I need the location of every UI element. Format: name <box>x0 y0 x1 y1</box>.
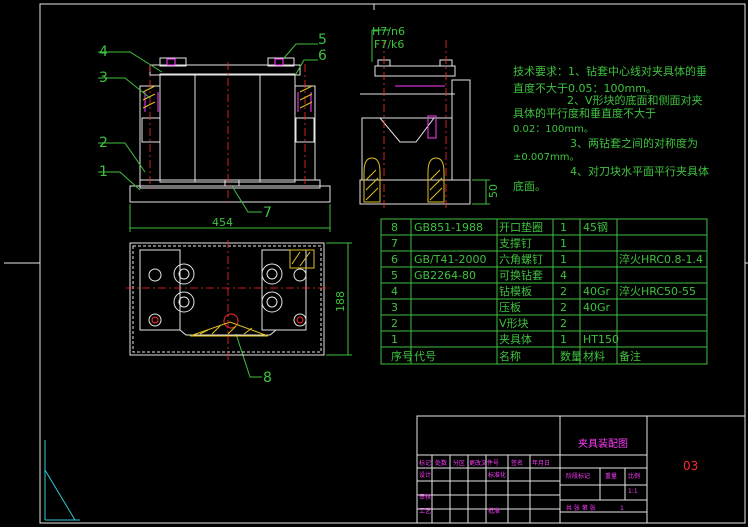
bom-cell-code: GB2264-80 <box>414 269 476 282</box>
callout-8: 8 <box>263 370 272 386</box>
fold-mark-icon <box>44 440 80 521</box>
tb-scale-val: 1:1 <box>628 488 638 495</box>
bom-cell-material: HT150 <box>583 333 619 346</box>
callout-4: 4 <box>99 44 108 60</box>
side-dim <box>371 29 490 205</box>
bom-cell-name: 钻模板 <box>499 284 532 298</box>
dim-50-label: 50 <box>487 184 500 198</box>
top-holes <box>148 263 307 327</box>
dim-188-label: 188 <box>334 291 347 312</box>
bom-cell-material: 40Gr <box>583 285 611 298</box>
fit-h7n6: H7/n6 <box>372 25 405 38</box>
tb-mark: 标记 <box>419 459 431 467</box>
title-block-title: 夹具装配图 <box>578 437 628 450</box>
tb-sign: 签名 <box>511 459 523 467</box>
callout-1: 1 <box>99 164 108 180</box>
tb-stage: 阶段标记 <box>566 472 590 480</box>
tb-sheet-count: 1 <box>620 505 624 512</box>
callout-3: 3 <box>99 70 108 86</box>
tech-req-line-8: 4、对刀块水平面平行夹具体 <box>570 164 709 178</box>
bom-rows: 8 GB851-1988 开口垫圈 1 45钢 7 支撑钉 1 6 GB/T41-2000 六角螺钉… <box>391 220 703 363</box>
bom-cell-material: 40Gr <box>583 301 611 314</box>
bom-cell-qty: 4 <box>560 269 567 282</box>
bom-cell-code: GB851-1988 <box>414 221 483 234</box>
tech-req-line-9: 底面。 <box>513 179 546 193</box>
bom-cell-no: 2 <box>391 317 398 330</box>
bom-header-name: 名称 <box>499 349 521 363</box>
tech-req-line-4: 具体的平行度和垂直度不大于 <box>513 106 656 120</box>
top-centerlines <box>126 240 330 360</box>
bom-cell-note: 淬火HRC0.8-1.4 <box>619 252 703 266</box>
bom-cell-qty: 1 <box>560 237 567 250</box>
tb-sheets: 共 张 第 张 <box>566 504 596 512</box>
front-hatch <box>142 85 313 109</box>
title-block-drawing-no: 03 <box>683 459 698 473</box>
bom-cell-no: 6 <box>391 253 398 266</box>
bom-header-no: 序号 <box>391 349 413 363</box>
tb-date: 年月日 <box>532 459 550 467</box>
bom-header-code: 代号 <box>414 350 436 363</box>
tb-scale: 比例 <box>628 472 640 480</box>
callout-5: 5 <box>318 32 327 48</box>
bom-cell-name: 六角螺钉 <box>499 253 543 266</box>
bom-cell-qty: 2 <box>560 317 567 330</box>
bom-cell-no: 1 <box>391 333 398 346</box>
callout-6: 6 <box>318 48 327 64</box>
bom-cell-name: V形块 <box>499 317 529 330</box>
tb-approve: 批准 <box>488 507 500 515</box>
tb-zone: 分区 <box>453 459 465 467</box>
tb-count: 处数 <box>435 459 447 467</box>
tb-std: 标准化 <box>488 471 506 479</box>
tb-check: 审核 <box>419 493 431 501</box>
bom-cell-name: 开口垫圈 <box>499 220 543 234</box>
bom-cell-name: 压板 <box>499 300 521 314</box>
bom-header-material: 材料 <box>583 349 605 363</box>
callout-2: 2 <box>99 135 108 151</box>
front-view <box>129 57 331 203</box>
tb-weight: 重量 <box>605 472 617 480</box>
tech-req-line-7: ±0.007mm。 <box>513 152 580 163</box>
tb-craft: 工艺 <box>419 507 431 515</box>
cad-drawing: 4 3 2 1 5 6 7 8 454 H7/n6 F7/k6 50 188 技… <box>4 3 748 524</box>
tb-design: 设计 <box>419 471 431 479</box>
bom-header-note: 备注 <box>619 349 641 363</box>
bom-cell-no: 7 <box>391 237 398 250</box>
fit-f7k6: F7/k6 <box>374 38 404 51</box>
bom-cell-qty: 2 <box>560 285 567 298</box>
callout-7: 7 <box>263 205 272 221</box>
tech-req-line-1: 技术要求：1、钻套中心线对夹具体的垂 <box>513 64 707 78</box>
tb-change-doc: 更改文件号 <box>469 459 499 467</box>
tech-req-line-3: 2、V形块的底面和侧面对夹 <box>567 93 703 107</box>
bom-header-qty: 数量 <box>560 350 582 363</box>
bom-cell-name: 支撑钉 <box>499 236 532 250</box>
bom-cell-no: 5 <box>391 269 398 282</box>
tech-req-line-5: 0.02：100mm。 <box>513 124 594 135</box>
bom-cell-no: 4 <box>391 285 398 298</box>
bom-cell-no: 8 <box>391 221 398 234</box>
bom-cell-code: GB/T41-2000 <box>414 253 486 266</box>
front-centerlines <box>149 62 306 205</box>
bom-cell-name: 可换钻套 <box>499 268 543 282</box>
bom-cell-qty: 2 <box>560 301 567 314</box>
bom-cell-material: 45钢 <box>583 221 608 234</box>
bom-cell-note: 淬火HRC50-55 <box>619 284 696 298</box>
bom-cell-qty: 1 <box>560 221 567 234</box>
callout-leaders <box>98 43 318 378</box>
tech-requirements: 技术要求：1、钻套中心线对夹具体的垂 直度不大于0.05：100mm。 2、V形… <box>513 64 709 193</box>
bom-cell-qty: 1 <box>560 253 567 266</box>
dim-454-label: 454 <box>212 216 233 229</box>
bom-cell-qty: 1 <box>560 333 567 346</box>
side-view <box>359 59 471 205</box>
bom-cell-name: 夹具体 <box>499 332 532 346</box>
bom-cell-no: 3 <box>391 301 398 314</box>
tech-req-line-6: 3、两钻套之间的对称度为 <box>570 136 698 150</box>
tech-req-line-2: 直度不大于0.05：100mm。 <box>513 81 657 95</box>
top-red-holes <box>151 313 304 329</box>
